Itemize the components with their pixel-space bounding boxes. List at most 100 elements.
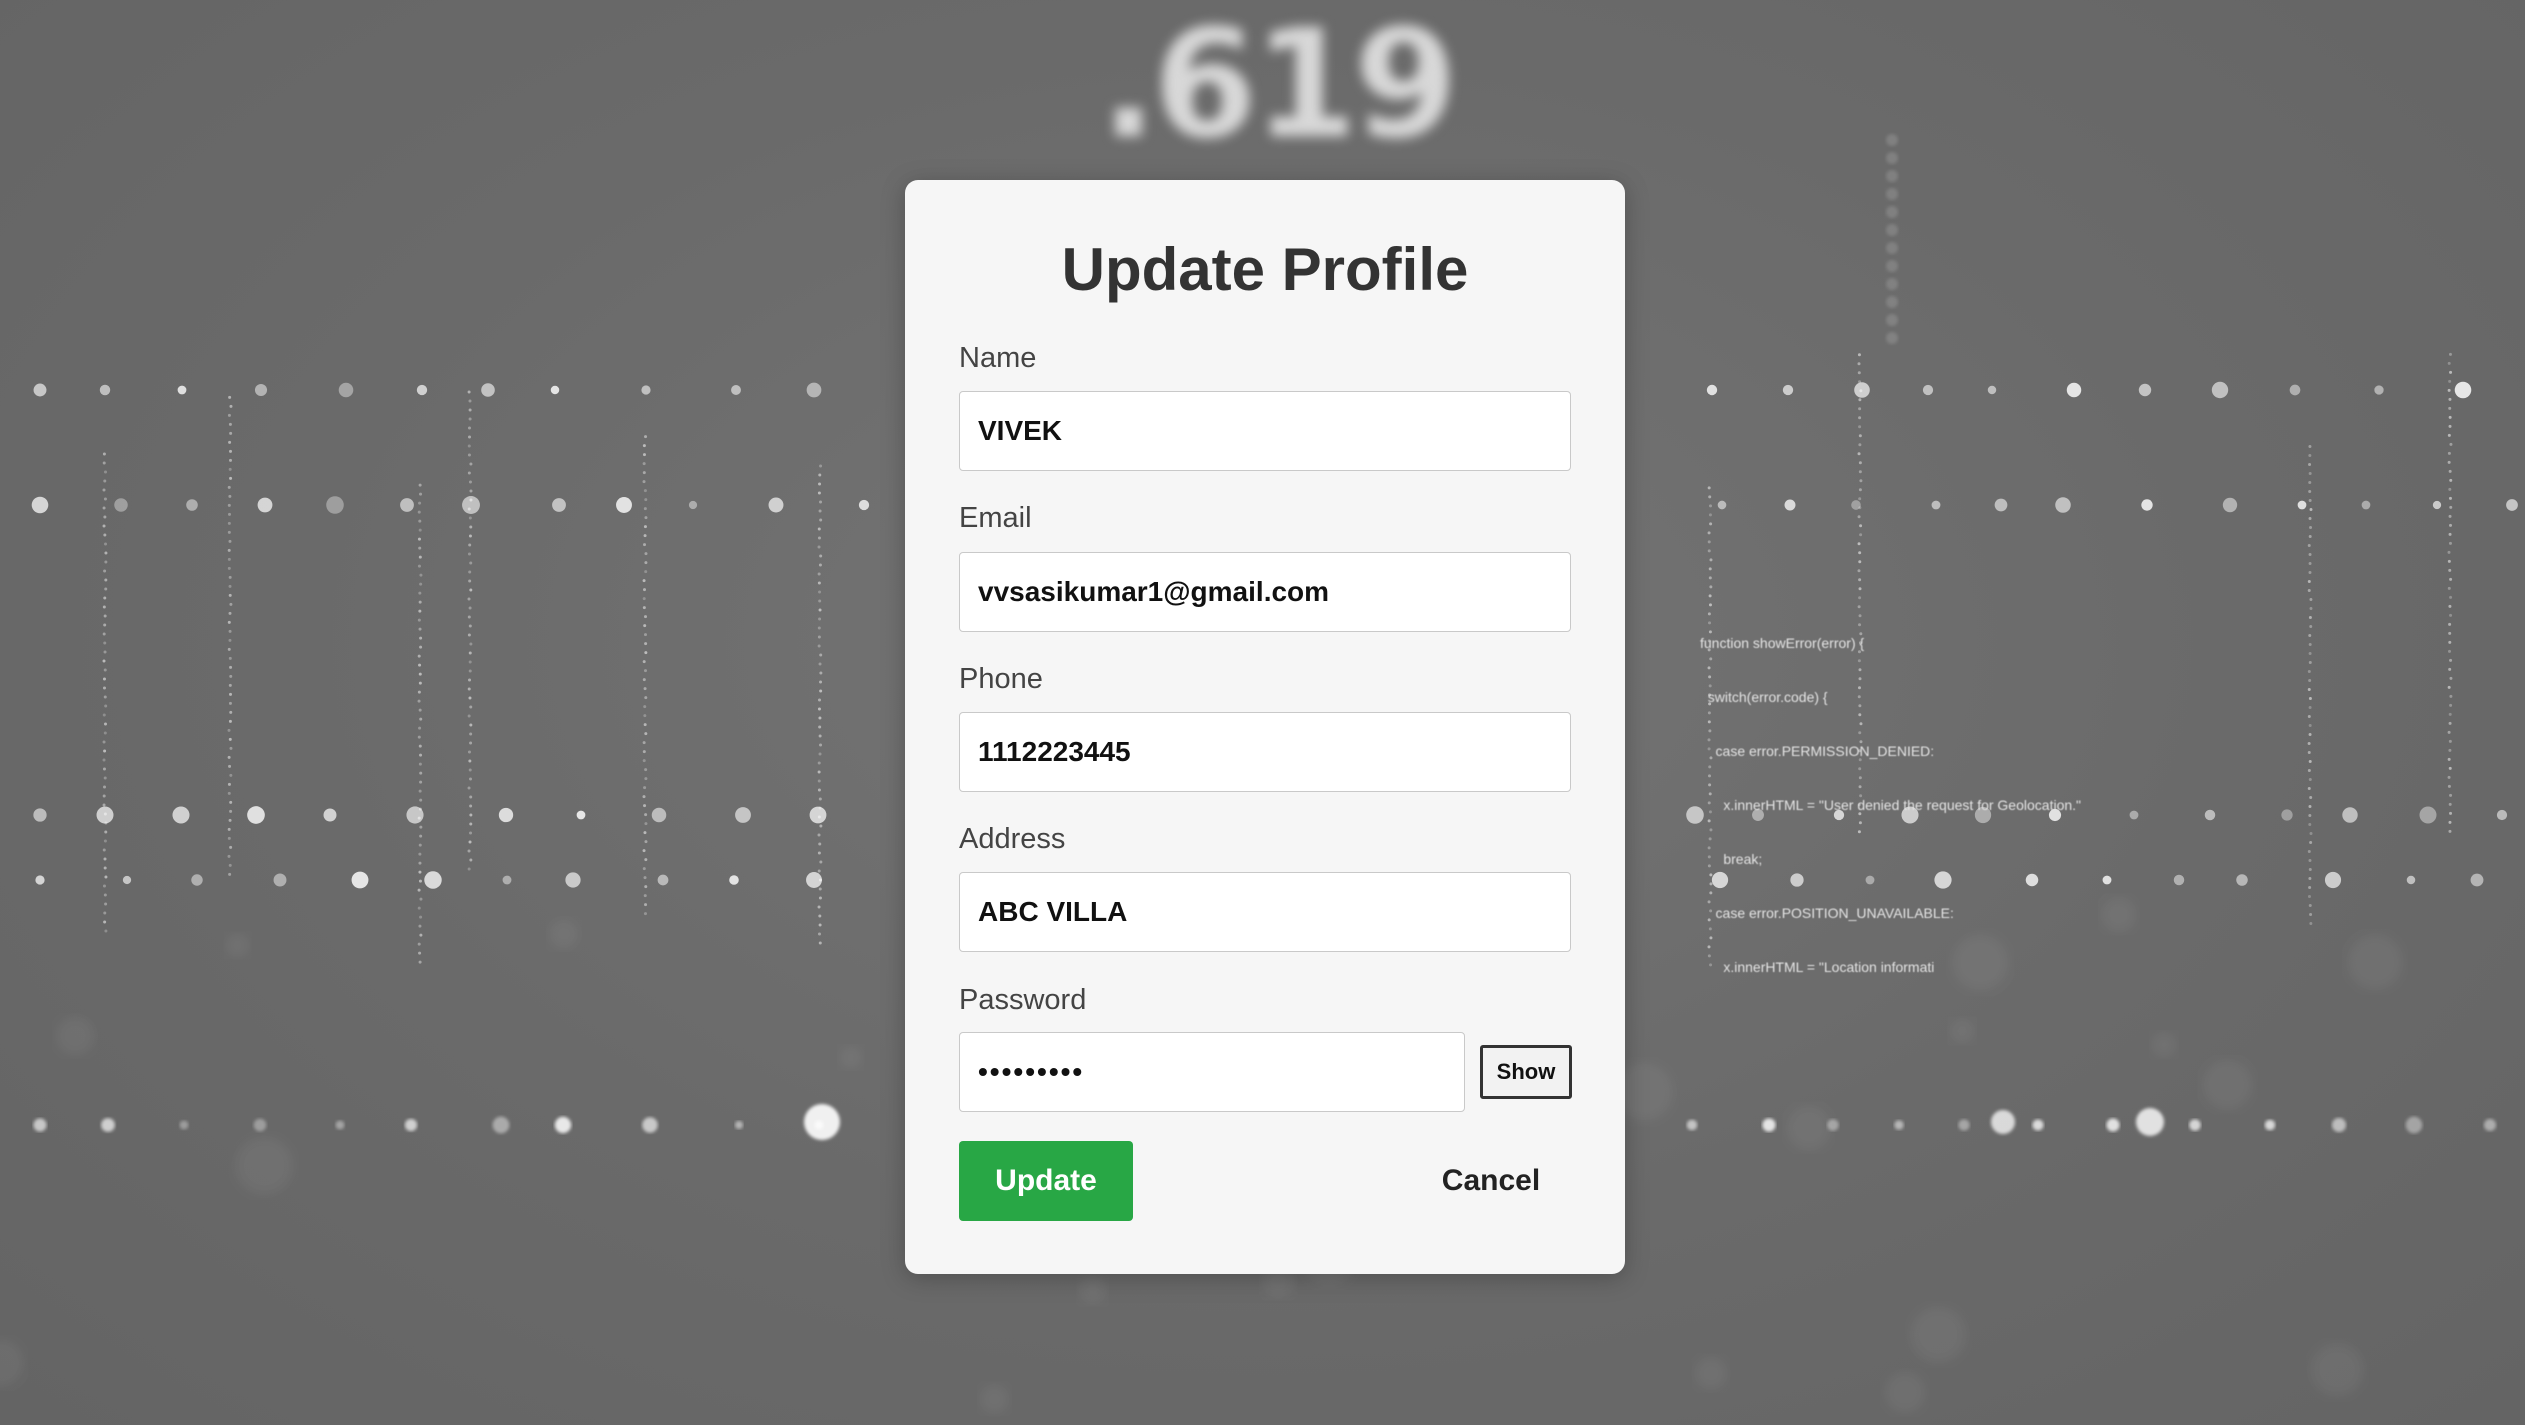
- background-dot: [1709, 522, 1713, 526]
- background-dot: [418, 528, 422, 532]
- background-dot: [102, 848, 106, 852]
- background-dot: [228, 440, 232, 444]
- background-dot: [2405, 1116, 2423, 1134]
- background-dot: [2307, 687, 2311, 691]
- background-dot: [1786, 1106, 1831, 1151]
- background-dot: [102, 686, 106, 690]
- background-dot: [0, 1339, 24, 1386]
- background-dot: [1858, 461, 1862, 465]
- background-dot: [227, 791, 231, 795]
- background-dot: [228, 872, 232, 876]
- background-code-line: case error.POSITION_UNAVAILABLE:: [1700, 905, 1954, 921]
- background-dot: [1931, 500, 1941, 510]
- background-dot: [103, 533, 107, 537]
- background-dot: [2281, 809, 2293, 821]
- background-dot: [2496, 809, 2508, 821]
- background-dot: [2449, 793, 2453, 797]
- background-dot: [103, 614, 107, 618]
- background-dot: [418, 960, 422, 964]
- background-dot: [819, 554, 823, 558]
- address-field[interactable]: [959, 872, 1571, 952]
- background-dot: [2307, 579, 2311, 583]
- background-dot: [644, 570, 648, 574]
- background-dot: [2448, 802, 2452, 806]
- background-dot: [228, 422, 232, 426]
- background-dot: [1708, 576, 1712, 580]
- background-dot: [103, 695, 107, 699]
- background-dot: [2308, 822, 2312, 826]
- background-dot: [2331, 1117, 2347, 1133]
- background-dot: [2448, 541, 2452, 545]
- background-dot: [2308, 804, 2312, 808]
- background-dot: [103, 497, 107, 501]
- background-dot: [103, 569, 107, 573]
- background-dot: [1886, 278, 1898, 290]
- background-dot: [227, 647, 231, 651]
- background-dot: [229, 476, 233, 480]
- background-dot: [228, 737, 232, 741]
- name-field[interactable]: [959, 391, 1571, 471]
- background-dot: [2449, 523, 2453, 527]
- background-dot: [2449, 595, 2453, 599]
- background-dot: [2448, 640, 2452, 644]
- background-dot: [818, 716, 822, 720]
- background-dot: [1886, 314, 1898, 326]
- background-dot: [1717, 500, 1727, 510]
- background-dot: [818, 590, 822, 594]
- background-dot: [335, 1120, 345, 1130]
- background-dot: [2308, 867, 2312, 871]
- background-dot: [643, 507, 647, 511]
- background-dot: [102, 452, 106, 456]
- background-dot: [102, 524, 106, 528]
- background-dot: [114, 498, 128, 512]
- background-dot: [2138, 383, 2152, 397]
- background-dot: [1707, 549, 1711, 553]
- background-dot: [1784, 499, 1796, 511]
- background-dot: [227, 728, 231, 732]
- background-dot: [552, 498, 566, 512]
- background-dot: [273, 873, 287, 887]
- update-button[interactable]: Update: [959, 1141, 1133, 1221]
- background-dot: [103, 722, 107, 726]
- background-dot: [338, 382, 354, 398]
- background-dot: [418, 852, 422, 856]
- background-dot: [400, 498, 414, 512]
- background-dot: [839, 1046, 862, 1069]
- background-dot: [2307, 786, 2311, 790]
- background-dot: [419, 771, 423, 775]
- background-dot: [419, 798, 423, 802]
- background-dot: [1858, 434, 1862, 438]
- email-label: Email: [959, 502, 1032, 534]
- background-dot: [469, 525, 473, 529]
- background-dot: [35, 875, 45, 885]
- background-dot: [56, 1016, 95, 1055]
- background-dot: [227, 503, 231, 507]
- background-dot: [419, 915, 423, 919]
- background-dot: [103, 893, 107, 897]
- background-dot: [2470, 873, 2484, 887]
- background-dot: [1079, 1276, 1107, 1304]
- background-dot: [2307, 669, 2311, 673]
- background-dot: [418, 600, 422, 604]
- background-dot: [1857, 371, 1861, 375]
- background-dot: [818, 482, 822, 486]
- background-dot: [642, 471, 646, 475]
- cancel-button[interactable]: Cancel: [1411, 1141, 1571, 1221]
- background-dot: [642, 480, 646, 484]
- email-field[interactable]: [959, 552, 1571, 632]
- background-dot: [2308, 705, 2312, 709]
- show-password-button[interactable]: Show: [1480, 1045, 1572, 1099]
- background-dot: [104, 587, 108, 591]
- background-dot: [103, 920, 107, 924]
- background-dot: [418, 870, 422, 874]
- background-dot: [103, 839, 107, 843]
- background-dot: [419, 636, 423, 640]
- background-dot: [417, 816, 421, 820]
- phone-field[interactable]: [959, 712, 1571, 792]
- background-dot: [468, 534, 472, 538]
- password-field[interactable]: [959, 1032, 1465, 1112]
- background-dot: [227, 854, 231, 858]
- background-dot: [417, 510, 421, 514]
- phone-label: Phone: [959, 663, 1043, 695]
- background-dot: [804, 1104, 840, 1140]
